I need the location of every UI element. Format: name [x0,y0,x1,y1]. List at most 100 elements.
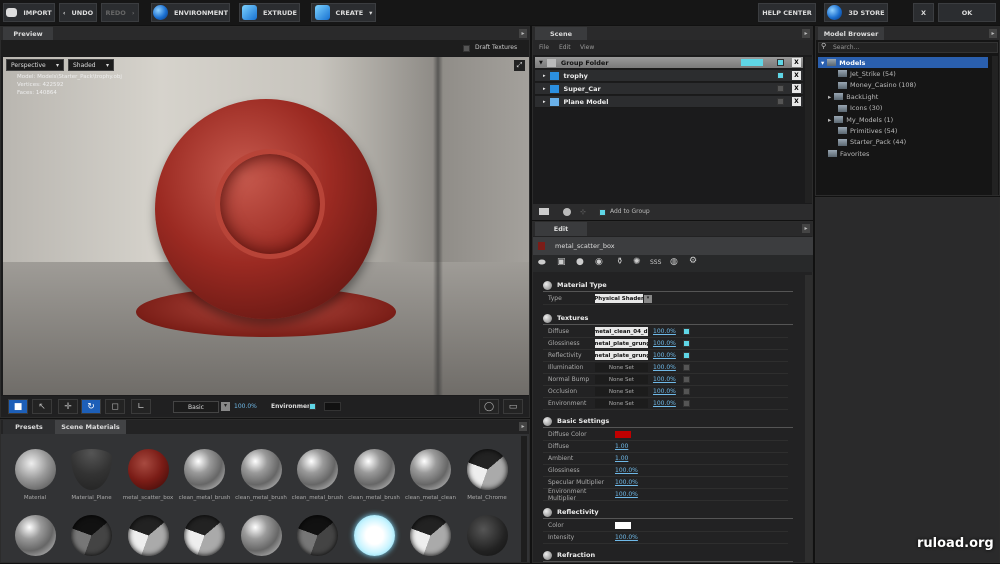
tab-edit[interactable]: Edit [535,222,587,236]
group-color-dropdown[interactable] [741,59,763,66]
texture-strength[interactable]: 100.0% [653,352,683,359]
environment-button[interactable]: ENVIRONMENT [151,3,230,22]
section-header[interactable]: Material Type [543,279,793,292]
rotate-tool-icon[interactable]: ↻ [81,399,101,414]
material-preset[interactable] [290,515,346,561]
basic-settings-icon[interactable]: ● [576,257,584,267]
delete-icon[interactable]: X [792,84,801,93]
texture-strength[interactable]: 100.0% [653,400,683,407]
texture-enabled-checkbox[interactable] [683,352,690,359]
maximize-icon[interactable]: ⤢ [514,60,525,71]
undo-button[interactable]: ‹ UNDO [59,3,97,22]
browser-item[interactable]: Favorites [828,148,869,159]
delete-icon[interactable]: X [792,71,801,80]
section-header[interactable]: Basic Settings [543,415,793,428]
section-header[interactable]: Textures [543,312,793,325]
target-icon[interactable]: ◯ [479,399,499,414]
visibility-checkbox[interactable] [777,59,784,66]
textures-icon[interactable]: ▣ [557,257,566,267]
delete-icon[interactable]: X [792,97,801,106]
expand-down-icon[interactable]: ▼ [539,60,543,66]
shading-dropdown[interactable]: Shaded ▾ [68,59,114,71]
material-preset[interactable]: Material [7,449,63,501]
material-preset[interactable] [403,515,459,561]
extrude-button[interactable]: EXTRUDE [239,3,300,22]
texture-strength[interactable]: 100.0% [653,328,683,335]
gear-icon[interactable]: ⚙ [689,256,697,266]
expand-down-icon[interactable]: ▾ [821,59,824,67]
visibility-checkbox[interactable] [777,98,784,105]
screen-icon[interactable]: ▭ [503,399,523,414]
expand-right-icon[interactable]: ▸ [543,99,546,105]
expand-right-icon[interactable]: ▸ [828,93,831,101]
draft-textures-checkbox[interactable] [463,45,470,52]
texture-slot[interactable]: None Set [595,399,648,408]
panel-arrow-icon[interactable]: ▸ [989,29,997,38]
chevron-down-icon[interactable]: ▾ [644,294,652,303]
property-value[interactable]: 100.0% [615,467,645,474]
scene-scrollbar[interactable] [805,57,812,203]
browser-item[interactable]: Jet_Strike (54) [838,68,896,79]
scale-tool-icon[interactable]: ◻ [105,399,125,414]
tab-model-browser[interactable]: Model Browser [818,27,884,40]
browser-item[interactable]: ▸ BackLight [828,91,878,102]
texture-slot[interactable]: metal_plate_grung [595,339,648,348]
material-type-dropdown[interactable]: Physical Shader [595,294,643,303]
material-preset[interactable]: metal_scatter_box [120,449,176,501]
texture-slot[interactable]: metal_plate_grung [595,351,648,360]
sss-icon[interactable]: SSS [650,259,661,266]
tab-scene[interactable]: Scene [535,27,587,40]
texture-enabled-checkbox[interactable] [683,340,690,347]
chevron-down-icon[interactable]: ▾ [221,402,230,411]
material-preset[interactable]: clean_metal_brush [177,449,233,501]
close-button[interactable]: X [913,3,934,22]
visibility-checkbox[interactable] [777,72,784,79]
material-preset[interactable]: clean_metal_brush [290,449,346,501]
material-name[interactable]: metal_scatter_box [555,242,615,250]
menu-view[interactable]: View [580,44,594,51]
property-value[interactable]: 100.0% [615,534,645,541]
viewport[interactable]: Perspective ▾ Shaded ▾ Model: Models\Start… [3,57,529,395]
material-preset[interactable] [459,515,515,561]
scene-row[interactable]: ▼ Group Folder X [535,57,803,69]
move-tool-icon[interactable]: ✛ [58,399,78,414]
environment-checkbox[interactable] [309,403,316,410]
menu-file[interactable]: File [539,44,549,51]
material-preset[interactable] [64,515,120,561]
camera-tool-icon[interactable]: ■ [8,399,28,414]
select-tool-icon[interactable]: ↖ [32,399,52,414]
material-preset[interactable]: clean_metal_brush [346,449,402,501]
texture-slot[interactable]: metal_clean_04_di [595,327,648,336]
panel-arrow-icon[interactable]: ▸ [519,422,527,431]
visibility-checkbox[interactable] [777,85,784,92]
texture-strength[interactable]: 100.0% [653,340,683,347]
reflectivity-color-swatch[interactable] [615,522,631,529]
new-folder-icon[interactable] [539,208,549,215]
texture-enabled-checkbox[interactable] [683,400,690,407]
material-preset[interactable]: clean_metal_clean [403,449,459,501]
material-preset[interactable]: Material_Plane [64,449,120,501]
texture-slot[interactable]: None Set [595,387,648,396]
browser-item[interactable]: Primitives (54) [838,125,897,136]
section-header[interactable]: Refraction [543,549,793,562]
panel-arrow-icon[interactable]: ▸ [519,29,527,38]
panel-arrow-icon[interactable]: ▸ [802,224,810,233]
texture-enabled-checkbox[interactable] [683,364,690,371]
help-center-button[interactable]: HELP CENTER [758,3,816,22]
menu-edit[interactable]: Edit [559,44,571,51]
browser-scrollbar[interactable] [992,56,998,195]
tab-scene-materials[interactable]: Scene Materials [55,420,126,434]
property-value[interactable]: 1.00 [615,455,645,462]
material-type-icon[interactable]: ⬬ [538,258,546,268]
reflectivity-icon[interactable]: ◉ [595,257,603,267]
material-preset[interactable] [7,515,63,561]
scene-row[interactable]: ▸ trophy X [535,70,803,82]
camera-dropdown[interactable]: Perspective ▾ [6,59,64,71]
expand-right-icon[interactable]: ▸ [543,73,546,79]
browser-item[interactable]: Icons (30) [838,103,882,114]
property-value[interactable]: 1.00 [615,443,645,450]
browser-item[interactable]: Starter_Pack (44) [838,137,906,148]
noise-icon[interactable]: ◍ [670,257,678,267]
texture-slot[interactable]: None Set [595,375,648,384]
panel-arrow-icon[interactable]: ▸ [802,29,810,38]
